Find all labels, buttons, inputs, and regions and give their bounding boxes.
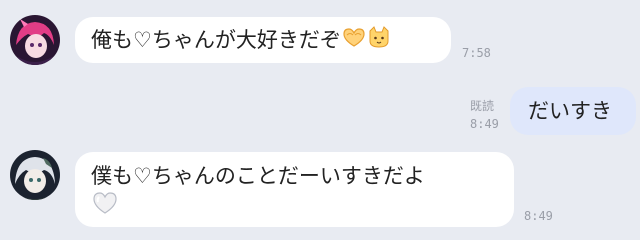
message-bubble[interactable]: 俺も♡ちゃんが大好きだぞ xyxy=(75,17,451,63)
message-time: 7:58 xyxy=(462,46,491,60)
message-text: だいすき xyxy=(528,99,612,123)
message-bubble[interactable]: だいすき xyxy=(510,87,636,135)
chat-area: 俺も♡ちゃんが大好きだぞ 7:58 既読 8:49 だいすき 僕も♡ちゃんのこと… xyxy=(0,0,640,240)
message-time: 8:49 xyxy=(524,209,553,223)
read-receipt: 既読 xyxy=(470,99,495,113)
message-text: 俺も♡ちゃんが大好きだぞ xyxy=(91,28,341,52)
heart-hands-emoji-icon xyxy=(341,26,367,56)
avatar[interactable] xyxy=(10,150,60,200)
message-time: 8:49 xyxy=(470,117,499,131)
avatar[interactable] xyxy=(10,15,60,65)
message-text: 僕も♡ちゃんのことだーいすきだよ xyxy=(91,164,425,188)
white-heart-emoji-icon xyxy=(91,191,119,223)
message-bubble[interactable]: 僕も♡ちゃんのことだーいすきだよ xyxy=(75,152,514,227)
cat-face-emoji-icon xyxy=(367,26,391,56)
